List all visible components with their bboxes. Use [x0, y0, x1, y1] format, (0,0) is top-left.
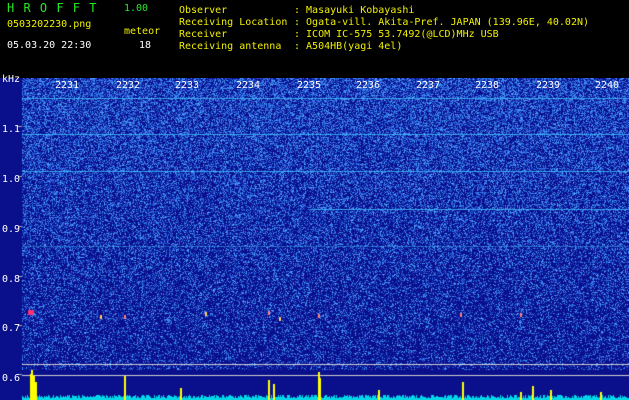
- location-value: : Ogata-vill. Akita-Pref. JAPAN (139.96E…: [294, 17, 590, 28]
- y-axis-unit: kHz: [2, 74, 21, 85]
- antenna-value: : A504HB(yagi 4el): [294, 41, 403, 52]
- meteor-count: 18: [139, 40, 152, 51]
- time-label-2237: 2237: [416, 80, 441, 91]
- meteor-label: meteor: [124, 26, 161, 37]
- filename-label: 0503202230.png: [7, 19, 92, 30]
- freq-label-1-1: 1.1: [2, 124, 21, 135]
- observer-label: Observer: [179, 5, 228, 16]
- location-label: Receiving Location: [179, 17, 288, 28]
- freq-label-1-0: 1.0: [2, 174, 21, 185]
- freq-label-0-7: 0.7: [2, 323, 21, 334]
- time-label-2233: 2233: [175, 80, 200, 91]
- time-label-2231: 2231: [55, 80, 80, 91]
- time-label-2240: 2240: [595, 80, 620, 91]
- header-panel: H R O F F T 1.00 0503202230.png meteor 0…: [0, 0, 629, 78]
- app-title: H R O F F T: [7, 1, 98, 15]
- time-label-2235: 2235: [297, 80, 322, 91]
- antenna-label: Receiving antenna: [179, 41, 282, 52]
- time-label-2234: 2234: [236, 80, 261, 91]
- freq-label-0-8: 0.8: [2, 274, 21, 285]
- spectrogram-canvas: [0, 78, 629, 400]
- app-version: 1.00: [124, 3, 149, 14]
- datetime-label: 05.03.20 22:30: [7, 40, 92, 51]
- freq-label-0-9: 0.9: [2, 224, 21, 235]
- time-label-2238: 2238: [475, 80, 500, 91]
- receiver-label: Receiver: [179, 29, 228, 40]
- time-label-2239: 2239: [536, 80, 561, 91]
- observer-value: : Masayuki Kobayashi: [294, 5, 415, 16]
- freq-label-0-6: 0.6: [2, 373, 21, 384]
- time-label-2232: 2232: [116, 80, 141, 91]
- time-label-2236: 2236: [356, 80, 381, 91]
- receiver-value: : ICOM IC-575 53.7492(@LCD)MHz USB: [294, 29, 499, 40]
